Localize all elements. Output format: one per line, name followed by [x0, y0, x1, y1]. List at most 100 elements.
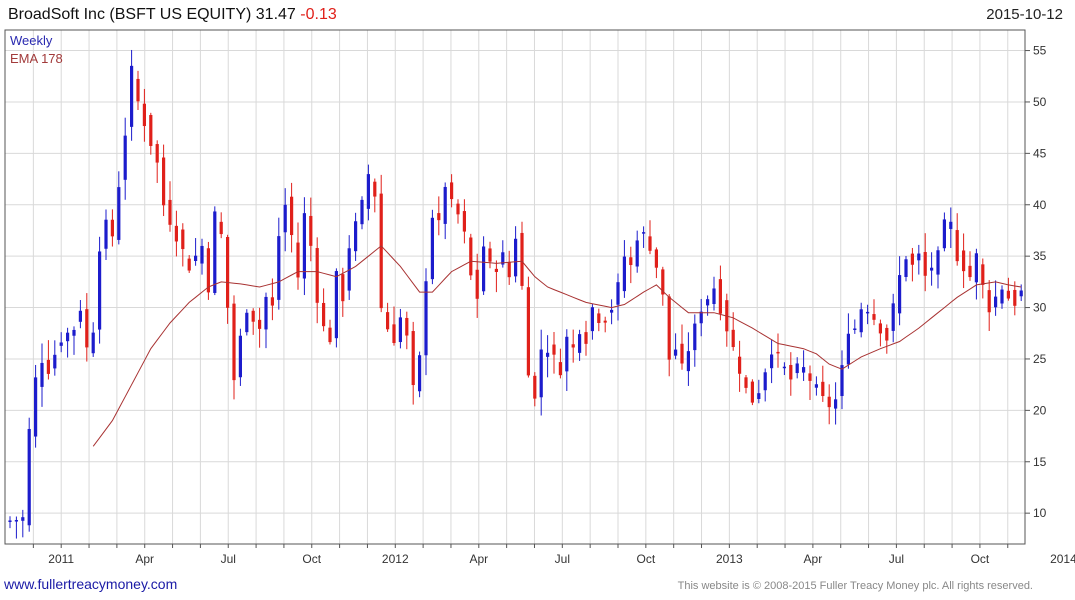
candle	[290, 182, 294, 253]
candle-body	[635, 240, 639, 267]
x-tick-label: Jul	[221, 552, 236, 566]
candle-body	[430, 217, 434, 280]
candle	[110, 209, 114, 247]
candle-body	[456, 203, 460, 215]
candle	[360, 196, 364, 230]
candle	[219, 212, 223, 239]
candle	[213, 206, 217, 296]
candle	[494, 260, 498, 293]
y-tick-label: 50	[1033, 95, 1047, 109]
candle-body	[859, 309, 863, 333]
candle-body	[168, 199, 172, 225]
candle-body	[155, 144, 159, 163]
x-tick-label: Apr	[469, 552, 488, 566]
site-link[interactable]: www.fullertreacymoney.com	[4, 576, 177, 592]
candle	[763, 368, 767, 402]
candle	[827, 384, 831, 425]
candle-body	[840, 365, 844, 397]
y-tick-label: 30	[1033, 301, 1047, 315]
candle	[130, 49, 134, 141]
candle-body	[680, 343, 684, 364]
candle-body	[616, 282, 620, 305]
candle-body	[8, 520, 12, 522]
candle-body	[392, 324, 396, 343]
candle	[533, 372, 537, 407]
candle	[277, 217, 281, 310]
candle	[654, 247, 658, 279]
candle	[270, 278, 274, 321]
candle	[347, 235, 351, 300]
candle-body	[290, 196, 294, 236]
candle-body	[386, 312, 390, 330]
candle-body	[789, 364, 793, 380]
candle	[834, 382, 838, 425]
candle-body	[565, 336, 569, 372]
candle	[853, 319, 857, 334]
candle-body	[981, 264, 985, 285]
candle-body	[962, 250, 966, 272]
candle-body	[994, 296, 998, 308]
candle	[667, 294, 671, 377]
candle-body	[878, 323, 882, 334]
candle	[53, 340, 57, 376]
candle	[46, 340, 50, 380]
candle-body	[731, 329, 735, 348]
candle	[974, 248, 978, 300]
candle-body	[322, 302, 326, 327]
candle-body	[232, 303, 236, 381]
candle	[398, 308, 402, 349]
candle	[328, 319, 332, 345]
x-tick-label: 2012	[382, 552, 409, 566]
x-tick-label: 2014	[1050, 552, 1075, 566]
candle-body	[821, 381, 825, 397]
candle	[898, 256, 902, 326]
candle-body	[610, 309, 614, 313]
candle	[661, 266, 665, 306]
candle-body	[526, 287, 530, 376]
candle-body	[936, 250, 940, 275]
candle-body	[366, 174, 370, 209]
candle	[34, 364, 38, 448]
candle	[482, 236, 486, 295]
candle-body	[1000, 289, 1004, 304]
candle-body	[763, 372, 767, 391]
candle-body	[270, 297, 274, 306]
candle-body	[846, 333, 850, 365]
price-chart: 10 15 20 25 30 35 40 45 50 55 2011 Apr Jul Oct 2012 Ap…	[4, 29, 1075, 566]
candle-body	[53, 354, 57, 369]
candles-layer	[8, 49, 1023, 539]
candle	[846, 313, 850, 369]
x-tick-label: Jul	[889, 552, 904, 566]
candle	[354, 212, 358, 261]
candle	[334, 268, 338, 348]
candle	[302, 197, 306, 296]
candle	[123, 117, 127, 200]
candle-body	[712, 288, 716, 305]
candle	[174, 210, 178, 257]
candle-body	[283, 204, 287, 233]
candle-body	[546, 352, 550, 357]
candle	[501, 240, 505, 268]
x-axis: 2011 Apr Jul Oct 2012 Apr Jul Oct 2013 Apr Jul Oct 2…	[32, 544, 1075, 566]
candle-body	[379, 193, 383, 309]
candle-body	[584, 332, 588, 344]
candle-body	[648, 236, 652, 251]
y-tick-label: 55	[1033, 44, 1047, 58]
candle-body	[629, 257, 633, 266]
candle	[981, 258, 985, 299]
candle-body	[834, 399, 838, 409]
plot-frame	[4, 29, 1026, 545]
candle	[603, 316, 607, 333]
candle-body	[341, 274, 345, 302]
legend-weekly: Weekly	[10, 33, 53, 48]
candle	[917, 244, 921, 275]
candle	[85, 293, 89, 362]
candle	[104, 209, 108, 260]
candle-body	[245, 312, 249, 333]
candle	[117, 171, 121, 245]
candle	[520, 221, 524, 290]
candle	[718, 265, 722, 321]
candle	[66, 327, 70, 358]
candle-body	[130, 65, 134, 127]
candle-body	[776, 351, 780, 354]
